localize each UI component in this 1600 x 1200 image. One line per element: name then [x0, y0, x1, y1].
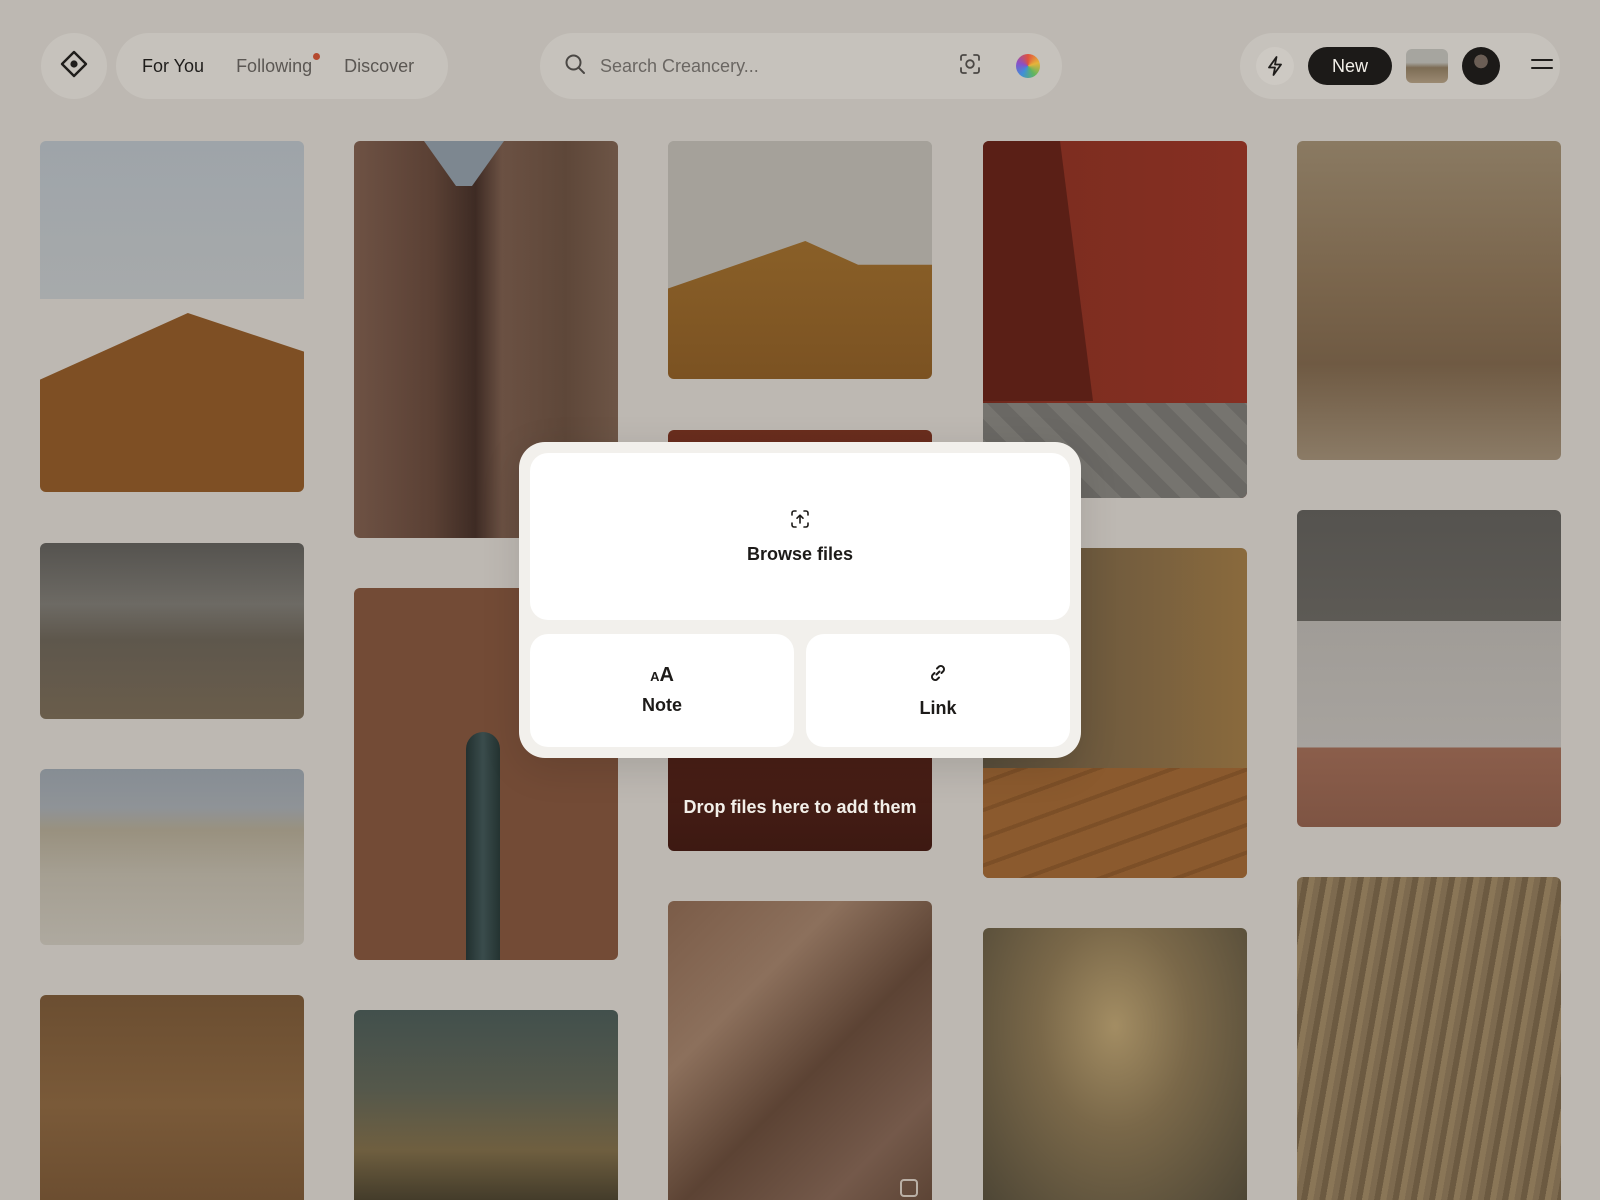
- photo-dry-grass[interactable]: [40, 995, 304, 1200]
- logo-button[interactable]: [41, 33, 107, 99]
- feed-tabs: For You Following Discover: [116, 33, 448, 99]
- tab-for-you[interactable]: For You: [142, 56, 204, 77]
- photo-rock-canyon[interactable]: [668, 901, 932, 1200]
- lightning-icon[interactable]: [1256, 47, 1294, 85]
- tab-following[interactable]: Following: [236, 52, 321, 77]
- visual-search-icon[interactable]: [958, 52, 982, 81]
- notification-dot: [313, 52, 321, 60]
- photo-chair-wall[interactable]: [1297, 510, 1561, 827]
- photo-blurred-grass[interactable]: [983, 928, 1247, 1200]
- drop-zone-text: Drop files here to add them: [683, 797, 917, 817]
- add-content-modal: Browse files AA Note Link: [519, 442, 1081, 758]
- avatar[interactable]: [1462, 47, 1500, 85]
- search-icon: [564, 53, 586, 80]
- link-label: Link: [919, 697, 957, 718]
- search-bar: [540, 33, 1062, 99]
- photo-grass-landscape[interactable]: [40, 543, 304, 719]
- tab-following-label: Following: [236, 55, 313, 76]
- link-icon: [928, 663, 948, 688]
- photo-grass-field[interactable]: [1297, 877, 1561, 1200]
- menu-icon[interactable]: [1530, 56, 1554, 77]
- photo-pine-trees[interactable]: [354, 1010, 618, 1200]
- photo-desert-dune[interactable]: [40, 141, 304, 492]
- browse-files-button[interactable]: Browse files: [530, 453, 1070, 620]
- photo-sandy-hill[interactable]: [40, 769, 304, 945]
- tab-discover[interactable]: Discover: [344, 56, 414, 77]
- link-button[interactable]: Link: [806, 634, 1070, 747]
- photo-sand-dune[interactable]: [668, 141, 932, 379]
- new-button[interactable]: New: [1308, 47, 1392, 85]
- search-input[interactable]: [600, 55, 958, 77]
- upload-icon: [790, 509, 810, 534]
- text-size-icon: AA: [650, 664, 674, 686]
- note-button[interactable]: AA Note: [530, 634, 794, 747]
- browse-files-label: Browse files: [746, 543, 854, 564]
- color-filter-icon[interactable]: [1016, 54, 1040, 78]
- eye-diamond-icon: [59, 49, 89, 84]
- photo-sandstone-cliff[interactable]: [1297, 141, 1561, 460]
- board-thumbnail[interactable]: [1406, 49, 1448, 83]
- note-label: Note: [642, 695, 682, 715]
- action-bar: New: [1240, 33, 1560, 99]
- select-checkbox[interactable]: [900, 1179, 918, 1197]
